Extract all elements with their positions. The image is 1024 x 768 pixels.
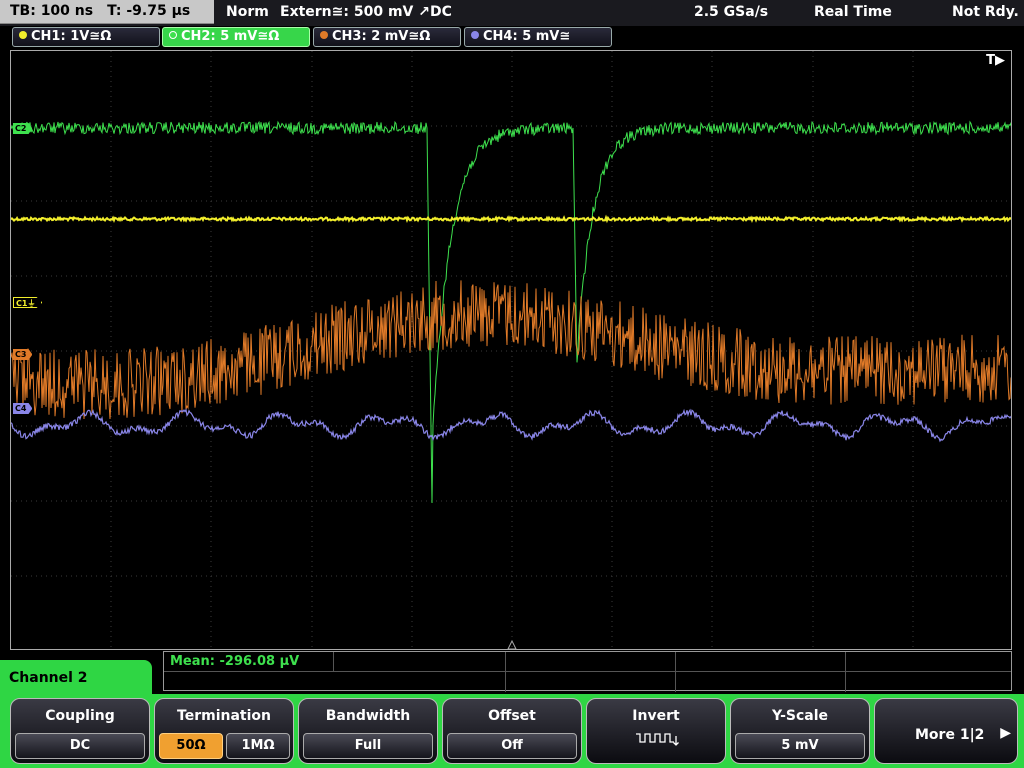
measurement-cell	[334, 652, 506, 672]
softkey-bar: Coupling DC Termination 50Ω 1MΩ Bandwidt…	[0, 694, 1024, 768]
measurement-panel: Mean: -296.08 µV	[163, 651, 1012, 692]
ch1-label: CH1: 1V≅Ω	[31, 29, 112, 44]
acquisition-mode: Real Time	[814, 4, 892, 20]
channel-tab-1[interactable]: CH1: 1V≅Ω	[12, 27, 160, 47]
coupling-softkey[interactable]: Coupling DC	[10, 698, 150, 764]
menu-title-tab: Channel 2	[0, 660, 152, 696]
measurement-cell	[506, 672, 676, 692]
more-softkey[interactable]: More 1|2 ▶︎	[874, 698, 1018, 764]
ch1-waveform	[11, 214, 1011, 224]
channel-tab-3[interactable]: CH3: 2 mV≅Ω	[313, 27, 461, 47]
graticule	[11, 51, 1011, 649]
timebase-value: TB: 100 ns	[10, 3, 94, 19]
channel-bar: CH1: 1V≅Ω CH2: 5 mV≅Ω CH3: 2 mV≅Ω CH4: 5…	[0, 26, 1024, 48]
offset-value-button[interactable]: Off	[447, 733, 577, 759]
invert-icon	[636, 733, 679, 746]
channel-tab-2[interactable]: CH2: 5 mV≅Ω	[162, 27, 310, 47]
ch3-label: CH3: 2 mV≅Ω	[332, 29, 431, 44]
trigger-source[interactable]: Extern≅: 500 mV ↗DC	[280, 4, 452, 20]
yscale-title: Y-Scale	[771, 708, 828, 724]
bandwidth-value-button[interactable]: Full	[303, 733, 433, 759]
channel-tab-4[interactable]: CH4: 5 mV≅	[464, 27, 612, 47]
coupling-value-button[interactable]: DC	[15, 733, 145, 759]
measurement-cell	[676, 652, 846, 672]
measurement-cell	[506, 652, 676, 672]
bandwidth-softkey[interactable]: Bandwidth Full	[298, 698, 438, 764]
status-bar: TB: 100 ns T: -9.75 µs Norm Extern≅: 500 …	[0, 0, 1024, 26]
termination-1mohm-button[interactable]: 1MΩ	[226, 733, 290, 759]
bandwidth-title: Bandwidth	[325, 708, 411, 724]
waveform-display[interactable]: T▶ C2 C1⏚ C3 C4	[10, 50, 1012, 650]
invert-title: Invert	[632, 708, 680, 724]
offset-title: Offset	[488, 708, 536, 724]
sample-rate: 2.5 GSa/s	[694, 4, 769, 20]
more-label: More 1|2	[915, 727, 985, 743]
termination-title: Termination	[177, 708, 271, 724]
measurement-cell: Mean: -296.08 µV	[164, 652, 334, 672]
waveform-svg	[11, 51, 1011, 649]
ch2-color-dot	[169, 31, 177, 39]
next-page-arrow-icon: ▶︎	[1000, 725, 1011, 741]
ch3-offset-marker[interactable]: C3	[13, 349, 33, 360]
coupling-title: Coupling	[45, 708, 115, 724]
ch3-color-dot	[320, 31, 328, 39]
trigger-mode[interactable]: Norm	[226, 4, 269, 20]
offset-softkey[interactable]: Offset Off	[442, 698, 582, 764]
ch2-label: CH2: 5 mV≅Ω	[181, 29, 280, 44]
mean-measurement: Mean: -296.08 µV	[170, 654, 300, 669]
invert-softkey[interactable]: Invert	[586, 698, 726, 764]
yscale-value-button[interactable]: 5 mV	[735, 733, 865, 759]
yscale-softkey[interactable]: Y-Scale 5 mV	[730, 698, 870, 764]
termination-50ohm-button[interactable]: 50Ω	[159, 733, 223, 759]
measurement-row: Mean: -296.08 µV	[164, 652, 1011, 672]
timebase-box[interactable]: TB: 100 ns T: -9.75 µs	[0, 0, 214, 24]
ch4-color-dot	[471, 31, 479, 39]
ch4-label: CH4: 5 mV≅	[483, 29, 571, 44]
termination-softkey[interactable]: Termination 50Ω 1MΩ	[154, 698, 294, 764]
ch1-offset-marker[interactable]: C1⏚	[13, 297, 43, 308]
measurement-row	[164, 672, 1011, 692]
ch2-offset-marker[interactable]: C2	[13, 123, 33, 134]
measurement-cell	[164, 672, 506, 692]
ch4-offset-marker[interactable]: C4	[13, 403, 33, 414]
trigger-position-indicator: T▶	[986, 53, 1005, 68]
measurement-cell	[676, 672, 846, 692]
ch2-waveform	[11, 120, 1011, 504]
trigger-time-value: T: -9.75 µs	[107, 3, 191, 19]
ch1-color-dot	[19, 31, 27, 39]
trigger-position-marker	[507, 639, 517, 649]
menu-title: Channel 2	[9, 670, 88, 686]
acquisition-status: Not Rdy.	[952, 4, 1019, 20]
